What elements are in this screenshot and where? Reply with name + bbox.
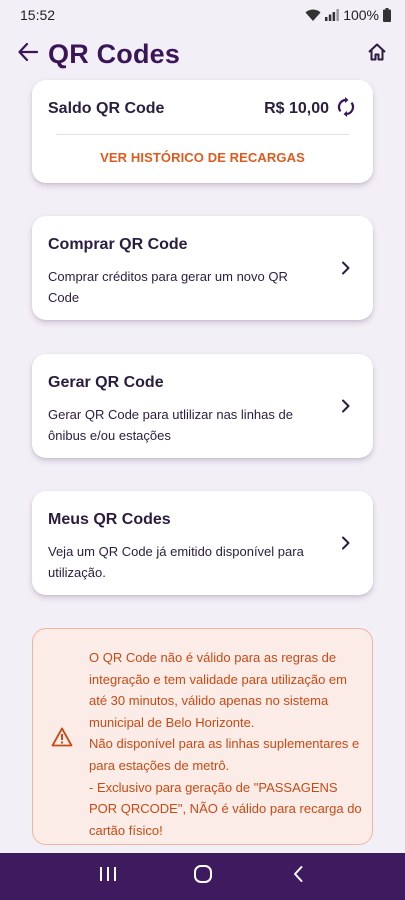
balance-label: Saldo QR Code xyxy=(48,100,165,117)
chevron-right-icon xyxy=(339,398,353,414)
balance-value-group: R$ 10,00 xyxy=(264,96,357,122)
balance-card: Saldo QR Code R$ 10,00 VER HISTÓRICO DE … xyxy=(32,80,373,183)
home-circle-icon xyxy=(193,864,213,889)
back-nav-button[interactable] xyxy=(278,857,318,897)
status-bar: 15:52 100% xyxy=(0,0,405,30)
refresh-icon xyxy=(337,96,355,122)
warning-line-2: Não disponível para as linhas suplementa… xyxy=(89,736,360,773)
balance-value: R$ 10,00 xyxy=(264,100,329,117)
back-button[interactable] xyxy=(14,40,42,68)
generate-qr-code-title: Gerar QR Code xyxy=(48,374,164,391)
buy-qr-code-card[interactable]: Comprar QR Code Comprar créditos para ge… xyxy=(32,216,373,320)
balance-row: Saldo QR Code R$ 10,00 xyxy=(48,96,357,122)
home-button[interactable] xyxy=(363,40,391,68)
recent-apps-icon xyxy=(99,866,117,887)
signal-icon xyxy=(325,9,340,21)
generate-qr-code-description: Gerar QR Code para utlilizar nas linhas … xyxy=(48,407,293,443)
recharge-history-link[interactable]: VER HISTÓRICO DE RECARGAS xyxy=(32,150,373,165)
chevron-right-icon xyxy=(339,535,353,551)
home-icon xyxy=(367,43,387,66)
warning-text: O QR Code não é válido para as regras de… xyxy=(89,647,365,841)
chevron-right-icon xyxy=(339,260,353,276)
home-nav-button[interactable] xyxy=(183,857,223,897)
warning-line-3: - Exclusivo para geração de "PASSAGENS P… xyxy=(89,779,362,838)
buy-qr-code-description: Comprar créditos para gerar um novo QR C… xyxy=(48,269,288,305)
wifi-icon xyxy=(305,9,321,22)
warning-notice: O QR Code não é válido para as regras de… xyxy=(32,628,373,845)
status-icons: 100% xyxy=(305,7,391,23)
warning-line-1: O QR Code não é válido para as regras de… xyxy=(89,650,347,730)
balance-divider xyxy=(56,134,349,135)
battery-icon xyxy=(383,8,391,22)
system-nav-bar xyxy=(0,853,405,900)
back-chevron-icon xyxy=(292,865,304,888)
buy-qr-code-title: Comprar QR Code xyxy=(48,236,188,253)
my-qr-codes-title: Meus QR Codes xyxy=(48,511,171,528)
page-title: QR Codes xyxy=(48,38,181,69)
my-qr-codes-description: Veja um QR Code já emitido disponível pa… xyxy=(48,544,304,580)
refresh-button[interactable] xyxy=(335,96,357,122)
generate-qr-code-card[interactable]: Gerar QR Code Gerar QR Code para utliliz… xyxy=(32,354,373,458)
warning-triangle-icon xyxy=(51,727,73,747)
recent-apps-button[interactable] xyxy=(88,857,128,897)
my-qr-codes-card[interactable]: Meus QR Codes Veja um QR Code já emitido… xyxy=(32,491,373,595)
battery-percent: 100% xyxy=(343,7,379,23)
arrow-left-icon xyxy=(18,42,39,66)
status-time: 15:52 xyxy=(20,7,56,23)
app-header: QR Codes xyxy=(0,30,405,78)
